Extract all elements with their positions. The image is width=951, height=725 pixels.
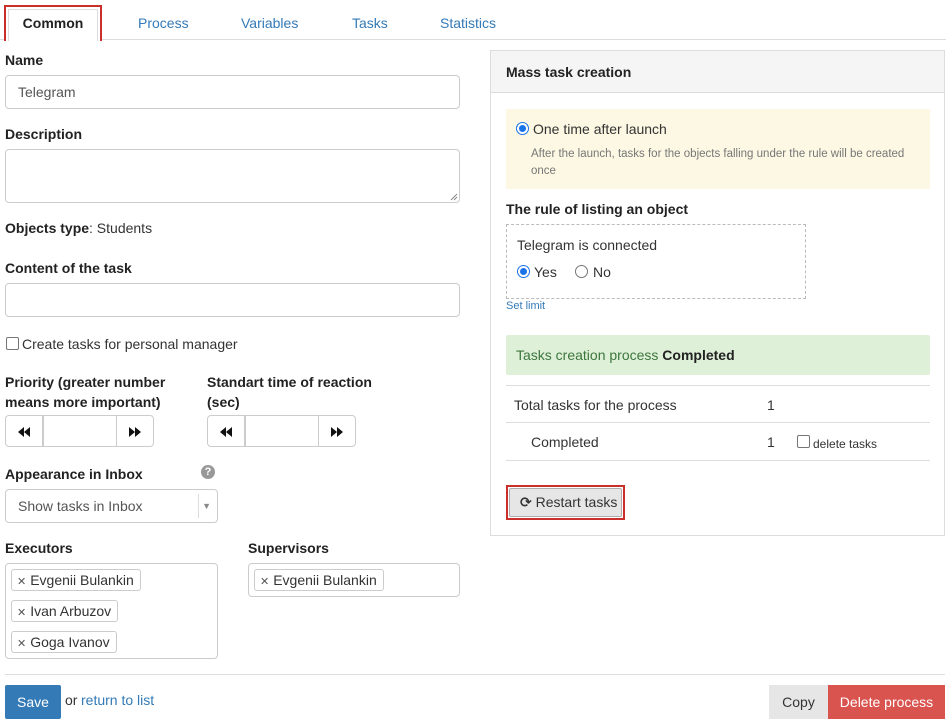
rule-title: The rule of listing an object <box>506 201 689 217</box>
priority-label-line2: means more important) <box>5 394 161 410</box>
return-to-list-link[interactable]: return to list <box>81 692 154 708</box>
priority-field[interactable] <box>43 415 117 447</box>
one-time-description: After the launch, tasks for the objects … <box>531 146 926 180</box>
save-button[interactable]: Save <box>5 685 61 719</box>
priority-decrease-button[interactable] <box>5 415 43 447</box>
status-text: Tasks creation process Completed <box>516 347 735 363</box>
total-value: 1 <box>767 397 775 413</box>
one-time-label: One time after launch <box>533 121 667 137</box>
executors-label: Executors <box>5 540 73 556</box>
total-label: Total tasks for the process <box>514 397 677 413</box>
completed-value: 1 <box>767 434 775 450</box>
yes-radio[interactable] <box>517 265 530 278</box>
personal-manager-checkbox[interactable] <box>6 337 19 350</box>
status-box: Tasks creation process Completed <box>506 335 930 375</box>
remove-icon[interactable]: ✕ <box>17 607 26 619</box>
tab-variables[interactable]: Variables <box>241 0 298 40</box>
description-field[interactable] <box>5 149 460 203</box>
set-limit-link[interactable]: Set limit <box>506 300 545 312</box>
reaction-label-line1: Standart time of reaction <box>207 374 372 390</box>
content-label: Content of the task <box>5 260 132 276</box>
mass-task-panel: Mass task creation One time after launch… <box>490 50 945 536</box>
personal-manager-label: Create tasks for personal manager <box>22 336 238 352</box>
no-radio[interactable] <box>575 265 588 278</box>
or-text: or <box>65 692 78 708</box>
executor-name: Ivan Arbuzov <box>30 603 112 619</box>
fast-forward-icon <box>129 427 141 437</box>
priority-label-line1: Priority (greater number <box>5 374 166 390</box>
fast-forward-icon <box>331 427 343 437</box>
content-field[interactable] <box>5 283 460 317</box>
tab-bar: Common Process Variables Tasks Statistic… <box>0 0 946 41</box>
objects-type-label: Objects type <box>5 220 90 236</box>
select-divider <box>198 494 199 518</box>
executor-tag[interactable]: ✕ Evgenii Bulankin <box>11 569 141 591</box>
restart-highlight: ⟳ Restart tasks <box>506 485 625 520</box>
reaction-decrease-button[interactable] <box>207 415 245 447</box>
executor-name: Evgenii Bulankin <box>30 572 134 588</box>
rule-box: Telegram is connected Yes No <box>506 224 806 299</box>
table-divider <box>506 460 930 461</box>
yes-label: Yes <box>534 264 557 280</box>
refresh-icon: ⟳ <box>520 494 532 510</box>
objects-type-value: : Students <box>89 220 153 236</box>
no-label: No <box>593 264 611 280</box>
reaction-increase-button[interactable] <box>318 415 356 447</box>
executor-tag[interactable]: ✕ Ivan Arbuzov <box>11 600 119 622</box>
name-label: Name <box>5 52 44 68</box>
inbox-select[interactable]: Show tasks in Inbox ▼ <box>5 489 218 523</box>
panel-header: Mass task creation <box>491 51 944 93</box>
footer-divider <box>5 674 945 675</box>
tab-tasks[interactable]: Tasks <box>352 0 388 40</box>
name-field[interactable]: Telegram <box>5 75 460 109</box>
copy-button[interactable]: Copy <box>769 685 828 719</box>
reaction-label: Standart time of reaction (sec) <box>207 372 372 412</box>
delete-tasks-label: delete tasks <box>813 437 878 451</box>
fast-backward-icon <box>220 427 232 437</box>
completed-label: Completed <box>531 434 599 450</box>
status-prefix: Tasks creation process <box>516 347 663 363</box>
description-label: Description <box>5 126 83 142</box>
tab-process[interactable]: Process <box>138 0 189 40</box>
delete-process-button[interactable]: Delete process <box>828 685 945 719</box>
priority-label: Priority (greater number means more impo… <box>5 372 165 412</box>
supervisors-field[interactable]: ✕ Evgenii Bulankin <box>248 563 460 597</box>
restart-tasks-label: Restart tasks <box>535 494 618 510</box>
executor-name: Goga Ivanov <box>30 634 110 650</box>
executors-field[interactable]: ✕ Evgenii Bulankin ✕ Ivan Arbuzov ✕ Goga Iv… <box>5 563 218 659</box>
tab-common[interactable]: Common <box>4 5 102 41</box>
panel-title: Mass task creation <box>506 64 632 80</box>
supervisor-tag[interactable]: ✕ Evgenii Bulankin <box>254 569 384 591</box>
resize-handle-icon[interactable] <box>450 193 458 201</box>
objects-type: Objects type: Students <box>5 220 152 236</box>
priority-increase-button[interactable] <box>116 415 154 447</box>
reaction-field[interactable] <box>245 415 319 447</box>
chevron-down-icon: ▼ <box>202 501 211 511</box>
inbox-label: Appearance in Inbox <box>5 466 143 482</box>
inbox-select-value: Show tasks in Inbox <box>18 498 143 514</box>
executor-tag[interactable]: ✕ Goga Ivanov <box>11 631 117 653</box>
fast-backward-icon <box>18 427 30 437</box>
remove-icon[interactable]: ✕ <box>17 638 26 650</box>
reaction-label-line2: (sec) <box>207 394 240 410</box>
one-time-radio[interactable] <box>516 122 529 135</box>
rule-condition: Telegram is connected <box>517 237 658 253</box>
supervisors-label: Supervisors <box>248 540 329 556</box>
remove-icon[interactable]: ✕ <box>17 576 26 588</box>
remove-icon[interactable]: ✕ <box>260 576 269 588</box>
table-divider <box>506 385 930 386</box>
description-line: once <box>531 165 556 177</box>
launch-option-box: One time after launch After the launch, … <box>506 109 930 189</box>
tab-statistics[interactable]: Statistics <box>440 0 496 40</box>
delete-tasks-checkbox[interactable] <box>797 435 810 448</box>
supervisor-name: Evgenii Bulankin <box>273 572 377 588</box>
status-value: Completed <box>662 347 735 363</box>
description-line: After the launch, tasks for the objects … <box>531 148 905 160</box>
restart-tasks-button[interactable]: ⟳ Restart tasks <box>509 488 622 517</box>
table-divider <box>506 422 930 423</box>
help-icon[interactable]: ? <box>201 465 215 479</box>
